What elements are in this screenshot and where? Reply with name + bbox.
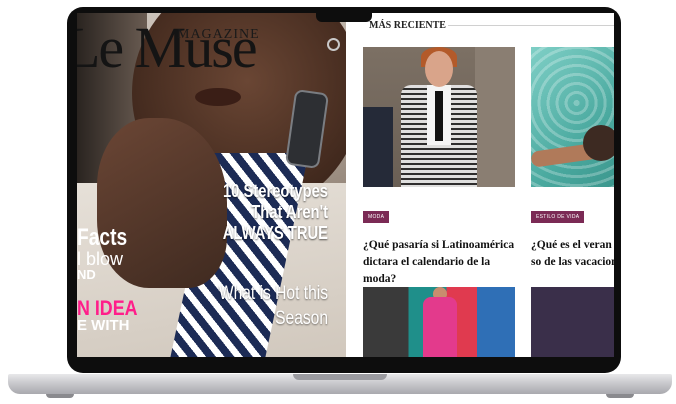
cover-subheadline-line: Season: [275, 308, 328, 329]
article-image[interactable]: [363, 47, 515, 187]
section-divider: [448, 25, 614, 26]
article-image[interactable]: [531, 287, 614, 357]
cover-headline: 10 Stereotypes That Aren't ALWAYS TRUE: [205, 181, 328, 244]
image-swimmer: [583, 125, 614, 161]
cover-subheadline-line: What is Hot this: [218, 283, 328, 304]
article-title[interactable]: ¿Qué pasaría si Latinoamérica dictara el…: [363, 237, 515, 288]
cover-subheadline: What is Hot this Season: [205, 281, 328, 331]
laptop-foot: [46, 394, 74, 398]
image-figure: [363, 107, 393, 187]
image-tie: [435, 91, 443, 141]
cover-model-lips: [195, 88, 241, 106]
cover-earring: [327, 38, 340, 51]
image-head: [425, 51, 453, 87]
category-tag[interactable]: ESTILO DE VIDA: [531, 211, 585, 223]
cover-headline-line: ALWAYS TRUE: [222, 223, 328, 243]
camera-notch: [316, 8, 372, 22]
cover-headline-line: That Aren't: [251, 202, 328, 222]
magazine-logo-sub: MAGAZINE: [177, 27, 260, 42]
article-image[interactable]: [363, 287, 515, 357]
image-wall: [475, 47, 515, 187]
category-tag[interactable]: MODA: [363, 211, 390, 223]
article-title[interactable]: ¿Qué es el veran ¿Hay presión so de las …: [531, 237, 614, 271]
cover-headline-line: 10 Stereotypes: [222, 181, 328, 201]
cover-side-text: Facts: [77, 224, 128, 251]
laptop-lid-notch: [293, 374, 387, 380]
magazine-cover[interactable]: Le Muse MAGAZINE 10 Stereotypes That Are…: [77, 13, 346, 357]
cover-side-text: ND: [77, 267, 96, 282]
cover-side-text: l blow: [77, 249, 124, 269]
latest-news-panel: MÁS RECIENTE MODA ¿Qué pasaría si Latino…: [346, 13, 614, 357]
laptop-foot: [606, 394, 634, 398]
section-title: MÁS RECIENTE: [369, 20, 446, 31]
image-pink-dress: [423, 297, 457, 357]
cover-side-text: E WITH: [77, 317, 130, 334]
article-image[interactable]: [531, 47, 614, 187]
screen: Le Muse MAGAZINE 10 Stereotypes That Are…: [77, 13, 614, 357]
